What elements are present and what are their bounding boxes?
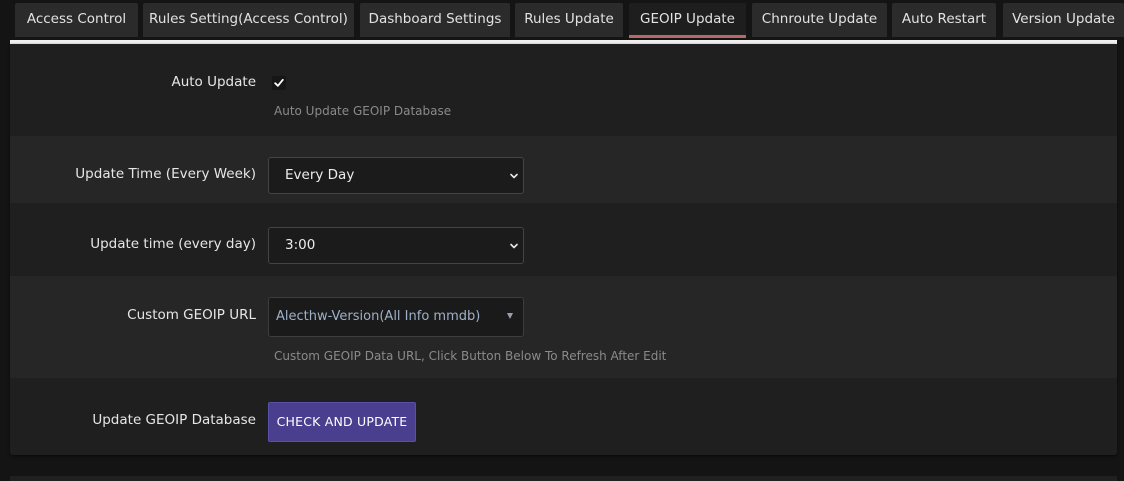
tab-rules-update[interactable]: Rules Update [515,3,623,37]
update-day-value: 3:00 [285,237,316,253]
tab-dashboard-settings[interactable]: Dashboard Settings [360,3,510,37]
update-week-value: Every Day [285,167,355,183]
auto-update-hint: Auto Update GEOIP Database [274,104,452,118]
tab-chnroute-update[interactable]: Chnroute Update [752,3,887,37]
tab-version-update[interactable]: Version Update [1003,3,1124,37]
update-week-row: Update Time (Every Week) Every Day [10,136,1117,203]
chevron-down-icon [510,243,518,249]
auto-update-label: Auto Update [171,74,256,90]
custom-url-combobox[interactable]: Alecthw-Version(All Info mmdb) [268,297,524,337]
custom-url-row: Custom GEOIP URL Alecthw-Version(All Inf… [10,276,1117,378]
update-week-label: Update Time (Every Week) [75,166,256,182]
check-and-update-button[interactable]: CHECK AND UPDATE [268,402,416,442]
auto-update-row: Auto Update Auto Update GEOIP Database [10,44,1117,136]
tab-auto-restart[interactable]: Auto Restart [892,3,996,37]
next-section-edge [10,476,1117,481]
chevron-down-icon [510,173,518,179]
custom-url-hint: Custom GEOIP Data URL, Click Button Belo… [274,349,667,363]
custom-url-label: Custom GEOIP URL [127,307,256,323]
update-db-label: Update GEOIP Database [92,412,256,428]
tab-access-control[interactable]: Access Control [15,3,138,37]
geoip-settings-panel: Auto Update Auto Update GEOIP Database U… [10,44,1117,455]
tab-rules-setting[interactable]: Rules Setting(Access Control) [143,3,354,37]
update-day-row: Update time (every day) 3:00 [10,203,1117,276]
update-week-select[interactable]: Every Day [268,157,524,194]
auto-update-checkbox[interactable] [272,76,286,90]
update-db-row: Update GEOIP Database CHECK AND UPDATE [10,378,1117,455]
checkmark-icon [274,78,284,87]
tab-bar: Access Control Rules Setting(Access Cont… [0,0,1124,40]
tab-geoip-update[interactable]: GEOIP Update [629,3,746,38]
custom-url-value: Alecthw-Version(All Info mmdb) [276,309,481,324]
update-day-label: Update time (every day) [90,236,256,252]
update-day-select[interactable]: 3:00 [268,227,524,264]
caret-down-icon [507,313,513,319]
